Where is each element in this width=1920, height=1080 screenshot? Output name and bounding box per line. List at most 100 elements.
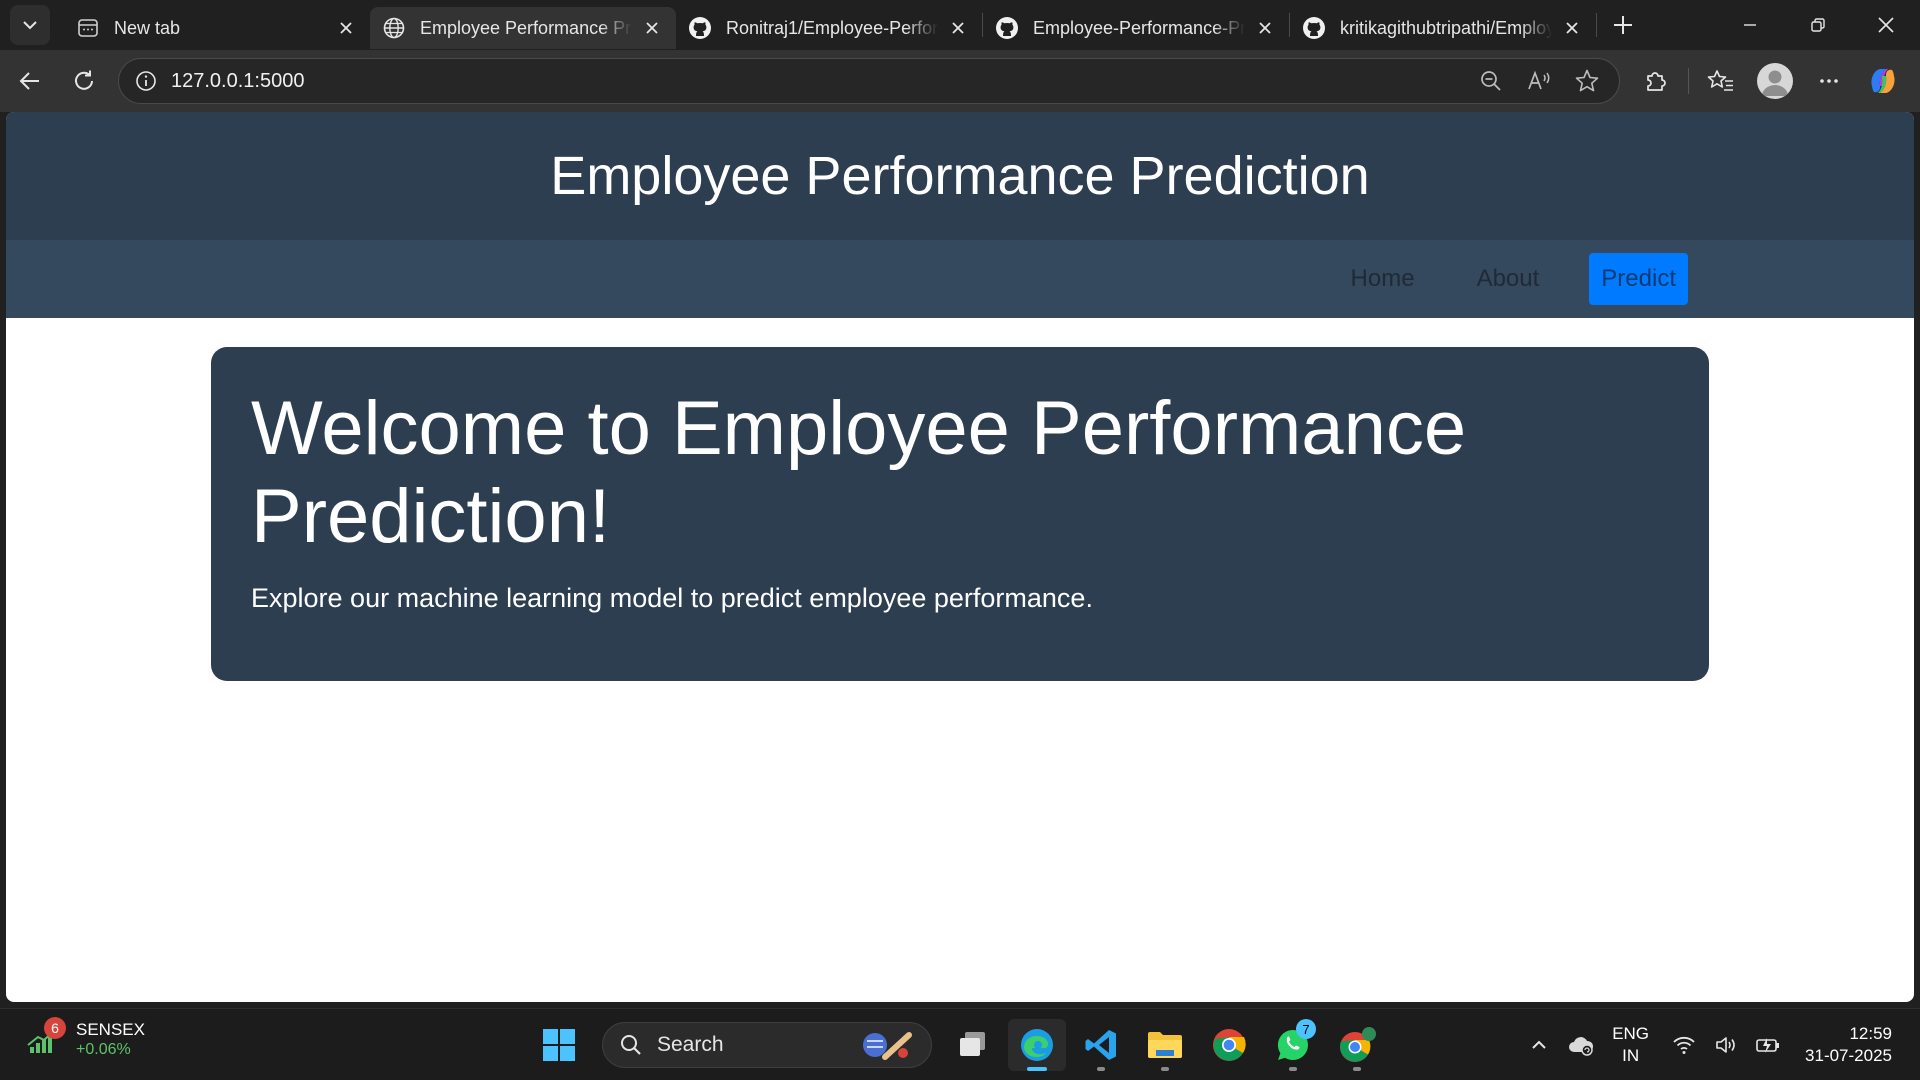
lang-top: ENG	[1612, 1024, 1650, 1043]
start-button[interactable]	[530, 1019, 588, 1071]
active-indicator	[1027, 1067, 1047, 1071]
file-explorer-app[interactable]	[1136, 1019, 1194, 1071]
nav-predict-button[interactable]: Predict	[1589, 253, 1688, 305]
read-aloud-icon[interactable]	[1521, 63, 1557, 99]
vscode-icon	[1085, 1030, 1116, 1060]
language-indicator[interactable]: ENG IN	[1612, 1023, 1649, 1067]
windows-logo-icon	[543, 1029, 575, 1061]
edge-browser-icon	[1021, 1029, 1053, 1061]
folder-icon	[1148, 1032, 1182, 1058]
cloud-sync-icon	[1569, 1037, 1594, 1056]
zoom-out-icon[interactable]	[1473, 63, 1509, 99]
tab-title: Employee Performance Prediction	[420, 17, 632, 38]
widget-name: SENSEX	[76, 1020, 145, 1039]
notification-badge: 6	[44, 1017, 66, 1039]
close-icon[interactable]	[1560, 16, 1584, 40]
tab-github-kritika[interactable]: kritikagithubtripathi/Employee	[1290, 7, 1596, 49]
tab-title: Ronitraj1/Employee-Performance	[726, 17, 938, 38]
minimize-button[interactable]	[1716, 0, 1784, 50]
new-tab-button[interactable]	[1603, 5, 1643, 45]
address-bar[interactable]: 127.0.0.1:5000	[118, 58, 1620, 104]
refresh-button[interactable]	[62, 59, 106, 103]
info-icon[interactable]	[133, 68, 159, 94]
page-viewport: Employee Performance Prediction Home Abo…	[6, 112, 1914, 1002]
system-tray: ENG IN 12:59 31-07-2025	[1518, 1009, 1920, 1080]
sensex-widget[interactable]: 6 SENSEX +0.06%	[24, 1017, 145, 1059]
nav-home-link[interactable]: Home	[1351, 265, 1415, 293]
chrome-icon	[1340, 1027, 1376, 1062]
wifi-icon	[1663, 1024, 1705, 1066]
copilot-button[interactable]	[1861, 59, 1905, 103]
taskbar: 6 SENSEX +0.06% Search 7 ENG IN 12:59 31…	[0, 1008, 1920, 1080]
running-indicator	[1353, 1067, 1361, 1071]
nav-about-link[interactable]: About	[1477, 265, 1540, 293]
tab-github-repo[interactable]: Employee-Performance-Prediction	[983, 7, 1289, 49]
globe-icon	[382, 16, 406, 40]
copilot-icon	[1871, 69, 1895, 93]
github-icon	[688, 16, 712, 40]
hero-heading: Welcome to Employee Performance Predicti…	[251, 386, 1467, 559]
site-header: Employee Performance Prediction	[6, 112, 1914, 240]
restore-icon	[1811, 18, 1825, 32]
close-icon[interactable]	[640, 16, 664, 40]
chevron-down-icon	[23, 21, 37, 30]
tab-new-tab[interactable]: New tab	[64, 7, 370, 49]
more-options-button[interactable]	[1807, 59, 1851, 103]
chevron-up-icon	[1532, 1040, 1546, 1049]
hero-subtext: Explore our machine learning model to pr…	[251, 583, 1093, 613]
tab-title: New tab	[114, 17, 181, 38]
browser-toolbar: 127.0.0.1:5000	[0, 50, 1920, 112]
toolbar-divider	[1688, 68, 1689, 94]
puzzle-icon	[1647, 72, 1666, 91]
lang-bottom: IN	[1622, 1046, 1640, 1065]
chrome-profile-app[interactable]	[1328, 1019, 1386, 1071]
close-window-button[interactable]	[1852, 0, 1920, 50]
close-icon[interactable]	[946, 16, 970, 40]
search-icon	[617, 1031, 645, 1059]
close-icon[interactable]	[334, 16, 358, 40]
close-icon[interactable]	[1253, 16, 1277, 40]
tab-employee-performance[interactable]: Employee Performance Prediction	[370, 7, 676, 49]
github-icon	[995, 16, 1019, 40]
site-title: Employee Performance Prediction	[550, 146, 1370, 206]
url-text: 127.0.0.1:5000	[171, 69, 305, 92]
newtab-icon	[76, 16, 100, 40]
onedrive-button[interactable]	[1560, 1024, 1602, 1066]
tab-title: Employee-Performance-Prediction	[1033, 17, 1245, 38]
tab-github-ronitraj[interactable]: Ronitraj1/Employee-Performance	[676, 7, 982, 49]
clock-time: 12:59	[1849, 1024, 1892, 1043]
extensions-button[interactable]	[1634, 59, 1678, 103]
taskbar-apps: Search 7	[530, 1019, 1392, 1071]
window-controls	[1716, 0, 1920, 50]
clock-date: 31-07-2025	[1805, 1046, 1892, 1065]
chrome-app[interactable]	[1200, 1019, 1258, 1071]
running-indicator	[1097, 1067, 1105, 1071]
widget-change: +0.06%	[76, 1041, 131, 1058]
favorites-button[interactable]	[1699, 59, 1743, 103]
tab-title: kritikagithubtripathi/Employee	[1340, 17, 1552, 38]
running-indicator	[1161, 1067, 1169, 1071]
taskbar-search[interactable]: Search	[602, 1022, 932, 1068]
avatar	[1757, 63, 1793, 99]
plus-icon	[1614, 16, 1632, 34]
back-button[interactable]	[8, 59, 52, 103]
arrow-left-icon	[19, 72, 39, 90]
tab-separator	[1596, 13, 1597, 37]
welcome-hero: Welcome to Employee Performance Predicti…	[211, 347, 1709, 681]
show-hidden-icons-button[interactable]	[1518, 1024, 1560, 1066]
edge-app[interactable]	[1008, 1019, 1066, 1071]
minimize-icon	[1744, 24, 1756, 26]
profile-button[interactable]	[1753, 59, 1797, 103]
refresh-icon	[75, 70, 93, 90]
restore-button[interactable]	[1784, 0, 1852, 50]
vscode-app[interactable]	[1072, 1019, 1130, 1071]
favorite-star-icon[interactable]	[1569, 63, 1605, 99]
whatsapp-app[interactable]: 7	[1264, 1019, 1322, 1071]
tab-actions-menu-button[interactable]	[10, 5, 50, 45]
quick-settings-button[interactable]	[1663, 1024, 1789, 1066]
clock[interactable]: 12:59 31-07-2025	[1805, 1023, 1892, 1067]
github-icon	[1302, 16, 1326, 40]
task-view-button[interactable]	[944, 1019, 1002, 1071]
message-count-badge: 7	[1296, 1019, 1316, 1039]
tab-strip: New tab Employee Performance Prediction …	[0, 0, 1920, 50]
